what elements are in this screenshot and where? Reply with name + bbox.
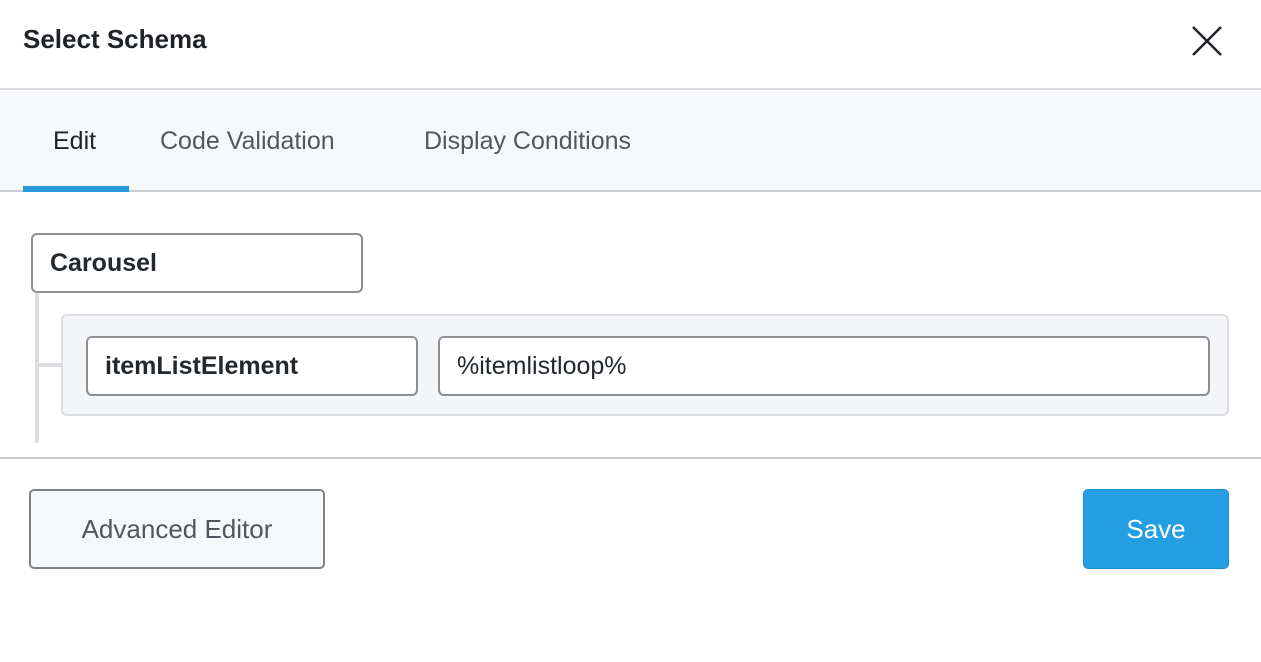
footer-divider — [0, 457, 1261, 459]
close-button[interactable] — [1188, 22, 1226, 60]
schema-type-field[interactable]: Carousel — [31, 233, 363, 293]
property-value-input[interactable]: %itemlistloop% — [438, 336, 1210, 396]
tab-display-conditions[interactable]: Display Conditions — [424, 91, 631, 192]
select-schema-modal: Select Schema Edit Code Validation Displ… — [0, 0, 1261, 662]
property-key-input[interactable]: itemListElement — [86, 336, 418, 396]
tab-code-validation[interactable]: Code Validation — [160, 91, 335, 192]
advanced-editor-button[interactable]: Advanced Editor — [29, 489, 325, 569]
modal-header: Select Schema — [0, 0, 1261, 90]
close-icon — [1192, 26, 1222, 56]
tree-connector-vertical — [35, 293, 39, 443]
tab-bar: Edit Code Validation Display Conditions — [0, 91, 1261, 192]
modal-title: Select Schema — [23, 24, 207, 54]
schema-editor: Carousel itemListElement %itemlistloop% — [0, 193, 1261, 458]
property-row: itemListElement %itemlistloop% — [61, 314, 1229, 416]
save-button[interactable]: Save — [1083, 489, 1229, 569]
tab-edit[interactable]: Edit — [53, 91, 96, 192]
active-tab-indicator — [23, 186, 129, 192]
tree-connector-horizontal — [35, 363, 63, 367]
